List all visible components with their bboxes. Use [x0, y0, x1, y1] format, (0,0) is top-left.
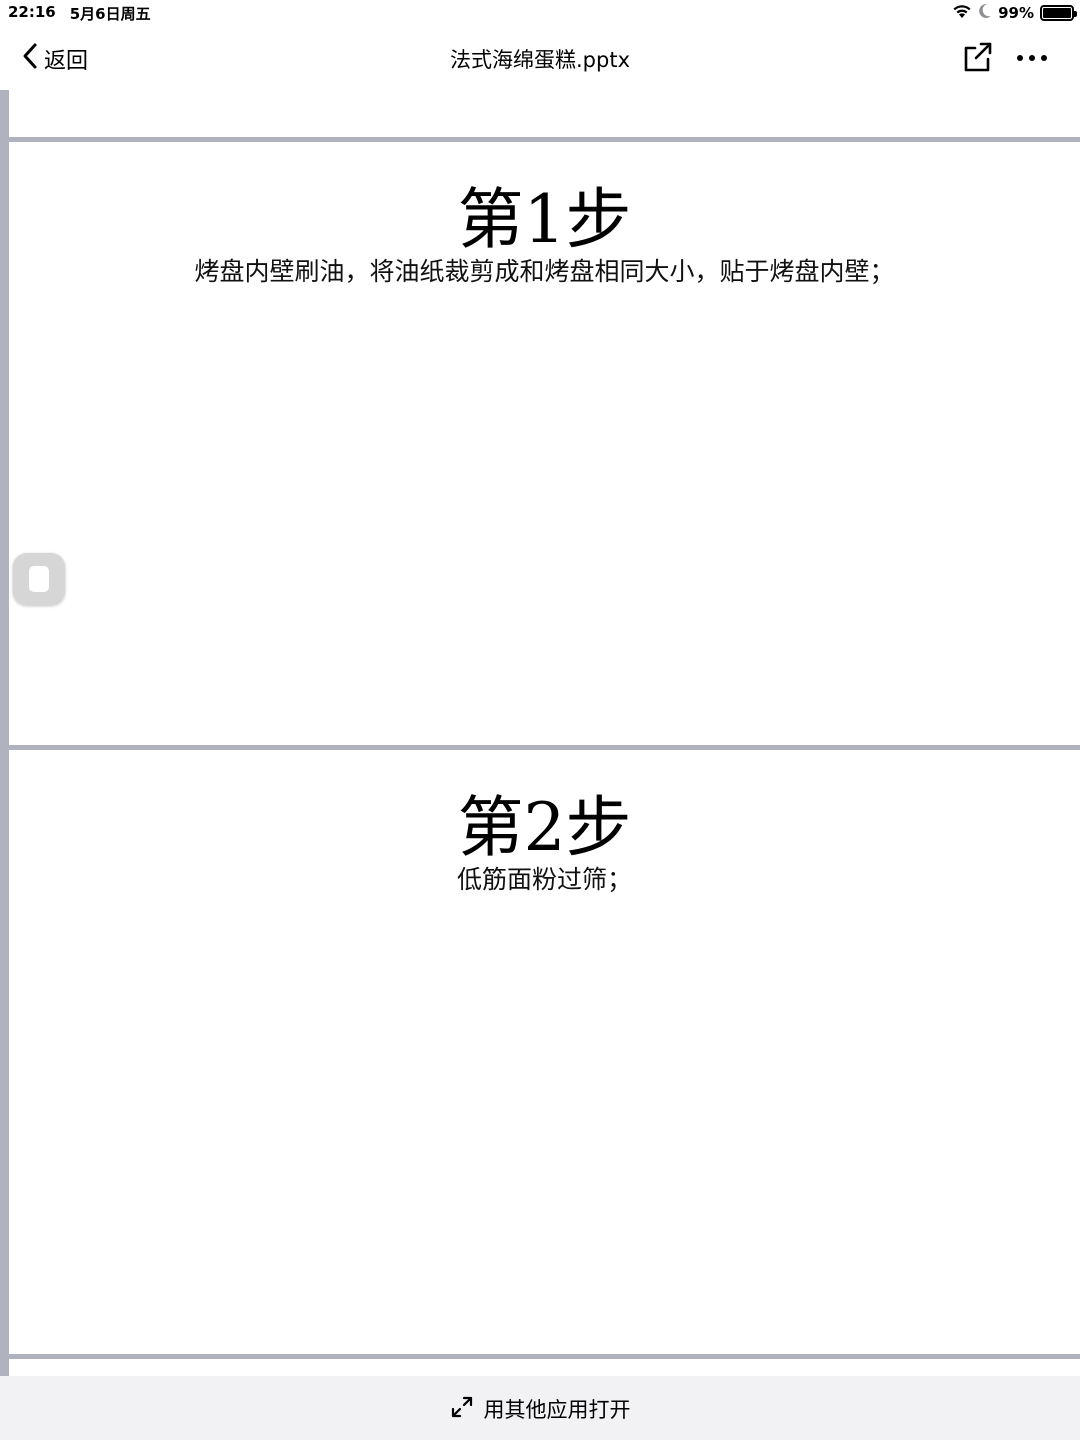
status-date: 5月6日周五 [69, 5, 151, 23]
slide-divider [9, 1354, 1080, 1359]
chevron-left-icon [22, 42, 38, 76]
slide-body: 烤盘内壁刷油，将油纸裁剪成和烤盘相同大小，贴于烤盘内壁； [194, 257, 895, 286]
back-label: 返回 [44, 49, 89, 74]
wifi-icon [952, 3, 972, 23]
slide-body: 低筋面粉过筛； [456, 865, 632, 894]
slide-title: 第2步 [457, 789, 632, 866]
nav-bar: 返回 法式海绵蛋糕.pptx [0, 26, 1080, 90]
page-title: 法式海绵蛋糕.pptx [450, 48, 630, 72]
share-button[interactable] [960, 40, 994, 74]
moon-icon [978, 3, 992, 23]
document-viewer[interactable]: 第1步 烤盘内壁刷油，将油纸裁剪成和烤盘相同大小，贴于烤盘内壁； 第2步 低筋面… [0, 90, 1080, 1376]
open-with-label: 用其他应用打开 [483, 1398, 631, 1422]
share-icon [960, 42, 994, 78]
expand-icon [450, 1395, 474, 1424]
more-button[interactable] [1014, 40, 1050, 74]
slide-1[interactable]: 第1步 烤盘内壁刷油，将油纸裁剪成和烤盘相同大小，贴于烤盘内壁； [9, 142, 1080, 745]
battery-percent: 99% [998, 4, 1034, 22]
back-button[interactable]: 返回 [22, 42, 88, 76]
battery-tip [1074, 11, 1077, 17]
status-bar: 22:16 5月6日周五 99% [0, 0, 1080, 26]
open-with-button[interactable]: 用其他应用打开 [0, 1394, 1080, 1424]
battery-icon [1040, 5, 1077, 21]
assistive-touch-button[interactable] [13, 553, 65, 605]
bottom-bar: 用其他应用打开 [0, 1376, 1080, 1440]
assistive-touch-inner [29, 566, 49, 592]
slide-2[interactable]: 第2步 低筋面粉过筛； [9, 750, 1080, 1354]
more-icon [1014, 55, 1050, 78]
screen: 22:16 5月6日周五 99% 返回 法式海绵蛋糕.pptx 第1步 烤盘内壁… [0, 0, 1080, 1440]
left-rail [0, 90, 9, 1376]
status-time: 22:16 [8, 3, 56, 21]
battery-fill [1043, 8, 1071, 18]
slide-title: 第1步 [457, 181, 632, 258]
status-left: 22:16 5月6日周五 [8, 3, 151, 24]
status-right: 99% [952, 3, 1077, 23]
